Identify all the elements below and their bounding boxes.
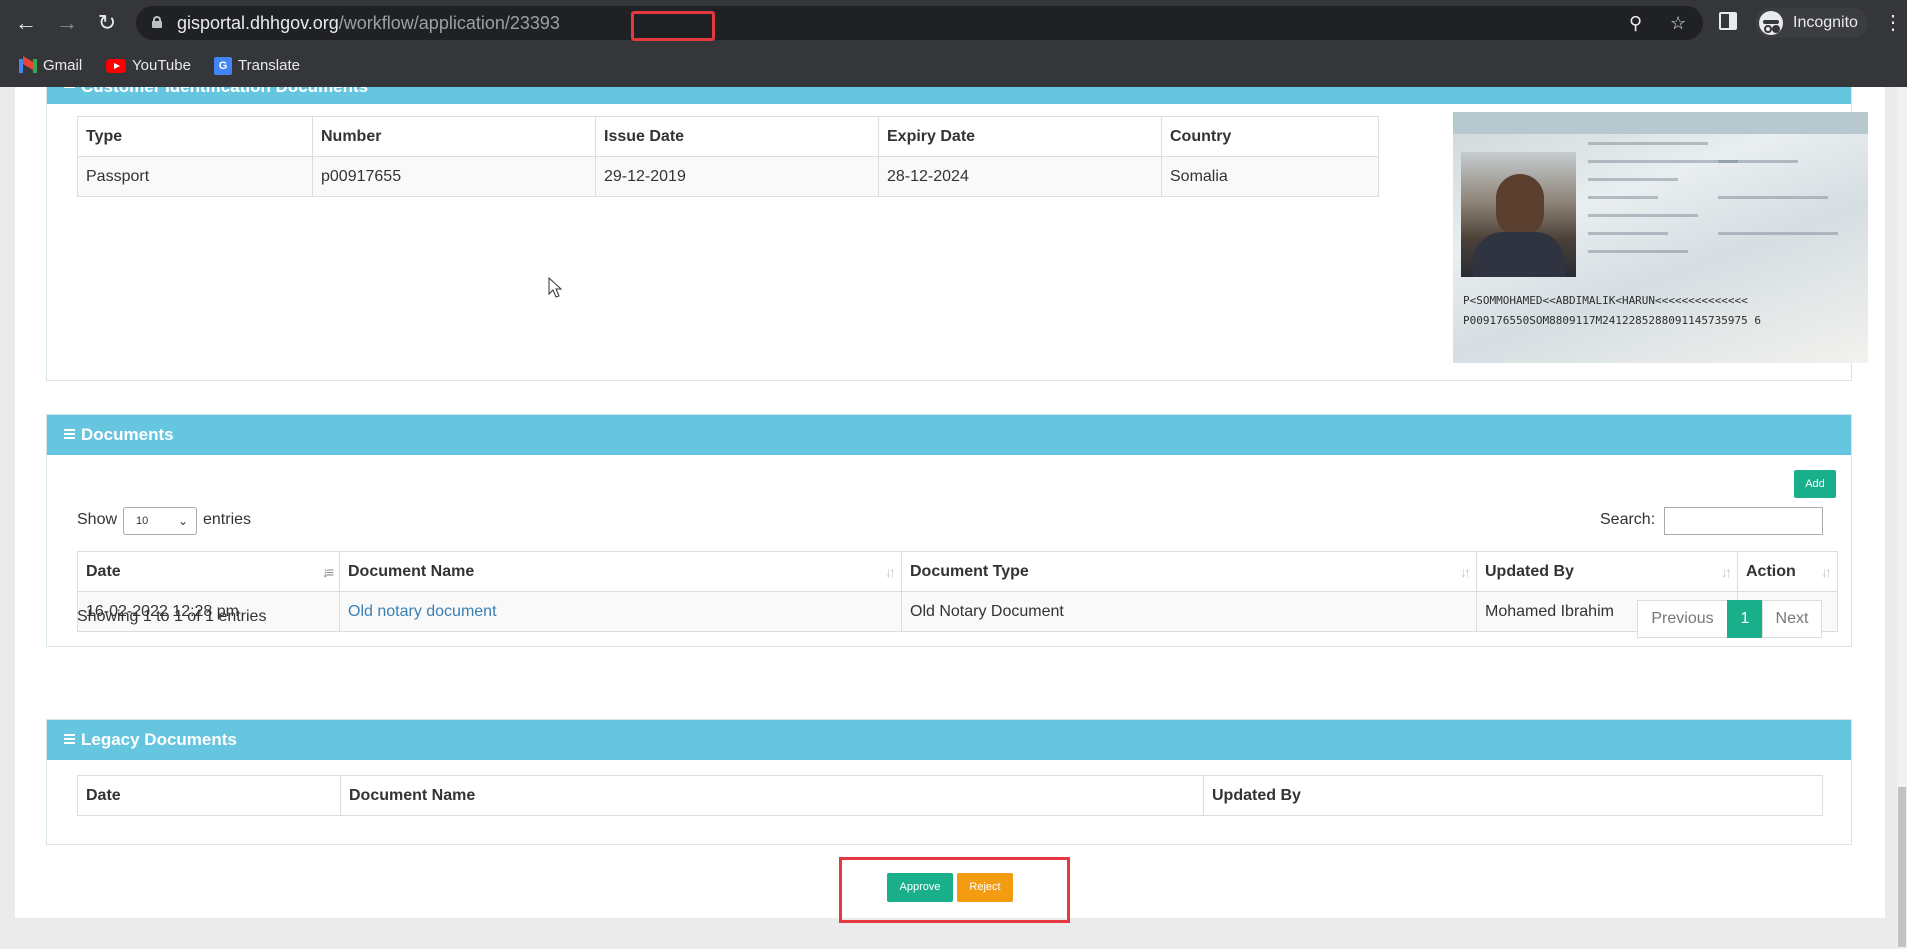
back-arrow-icon[interactable]: ← xyxy=(13,10,39,36)
forward-arrow-icon[interactable]: → xyxy=(54,10,80,36)
reject-button[interactable]: Reject xyxy=(957,873,1013,902)
cell-country: Somalia xyxy=(1161,156,1379,197)
column-header-action[interactable]: Action ↓↑ xyxy=(1737,551,1838,592)
column-header-document-type[interactable]: Document Type ↓↑ xyxy=(901,551,1477,592)
customer-identification-header: Customer Identification Documents xyxy=(47,87,1851,104)
bookmarks-bar: Gmail YouTube G Translate xyxy=(0,46,1907,87)
cell-type: Passport xyxy=(77,156,313,197)
incognito-label: Incognito xyxy=(1793,14,1858,31)
column-header-document-name[interactable]: Document Name ↓↑ xyxy=(339,551,902,592)
table-row: Passport p00917655 29-12-2019 28-12-2024… xyxy=(77,156,1379,197)
table-info: Showing 1 to 1 of 1 entries xyxy=(77,608,267,625)
url-path: /workflow/application/23393 xyxy=(338,13,560,33)
kebab-menu-icon[interactable]: ⋮ xyxy=(1883,10,1903,36)
pagination-page-1[interactable]: 1 xyxy=(1727,600,1763,638)
table-header-row: Date ↓≡ Document Name ↓↑ Document Type ↓↑ U… xyxy=(77,551,1838,592)
table-row: 16-02-2022 12:28 pm Old notary document … xyxy=(77,591,1838,632)
passport-image[interactable]: P<SOMMOHAMED<<ABDIMALIK<HARUN<<<<<<<<<<<… xyxy=(1453,112,1868,363)
cell-expiry-date: 28-12-2024 xyxy=(878,156,1162,197)
legacy-documents-table: Date Document Name Updated By xyxy=(77,775,1823,816)
add-document-button[interactable]: Add xyxy=(1794,470,1836,498)
search-input[interactable] xyxy=(1664,507,1823,535)
reload-icon[interactable]: ↻ xyxy=(94,10,120,36)
cell-issue-date: 29-12-2019 xyxy=(595,156,879,197)
page-size-value: 10 xyxy=(136,515,149,527)
table-header-row: Type Number Issue Date Expiry Date Count… xyxy=(77,116,1379,157)
column-header: Updated By xyxy=(1203,775,1823,816)
browser-toolbar: ← → ↻ gisportal.dhhgov.org/workflow/appl… xyxy=(0,0,1907,46)
documents-table: Date ↓≡ Document Name ↓↑ Document Type ↓↑ U… xyxy=(77,551,1838,632)
list-icon xyxy=(64,429,75,439)
search-label: Search: xyxy=(1600,511,1656,528)
mouse-cursor-icon xyxy=(548,276,563,298)
sort-icon: ↓↑ xyxy=(1721,564,1732,580)
sort-icon: ↓↑ xyxy=(885,564,896,580)
column-header: Date xyxy=(77,775,341,816)
column-header: Country xyxy=(1161,116,1379,157)
cell-document-name: Old notary document xyxy=(339,591,902,632)
action-buttons-highlight-box xyxy=(839,857,1070,923)
page-content: Customer Identification Documents Type N… xyxy=(0,87,1907,949)
gmail-icon xyxy=(19,56,37,74)
url-domain: gisportal.dhhgov.org xyxy=(177,13,339,33)
pagination-previous[interactable]: Previous xyxy=(1637,600,1728,638)
chevron-down-icon: ⌄ xyxy=(177,514,188,528)
cell-number: p00917655 xyxy=(312,156,596,197)
bookmark-translate-label: Translate xyxy=(238,57,300,74)
column-header: Number xyxy=(312,116,596,157)
list-icon xyxy=(64,734,75,744)
youtube-icon xyxy=(106,59,126,74)
legacy-documents-panel: Legacy Documents Date Document Name Upda… xyxy=(46,719,1852,845)
side-panel-icon[interactable] xyxy=(1719,12,1737,30)
document-link[interactable]: Old notary document xyxy=(348,603,497,620)
browser-chrome: ← → ↻ gisportal.dhhgov.org/workflow/appl… xyxy=(0,0,1907,87)
column-header: Document Name xyxy=(340,775,1204,816)
panel-title: Legacy Documents xyxy=(81,730,237,749)
panel-title: Documents xyxy=(81,425,174,444)
legacy-documents-header: Legacy Documents xyxy=(47,720,1851,760)
cell-document-type: Old Notary Document xyxy=(901,591,1477,632)
column-header: Issue Date xyxy=(595,116,879,157)
sort-desc-icon: ↓≡ xyxy=(321,564,334,580)
passport-photo xyxy=(1461,152,1576,277)
list-icon xyxy=(64,87,75,88)
customer-identification-panel: Customer Identification Documents Type N… xyxy=(46,87,1868,381)
page-scrollbar[interactable] xyxy=(1897,87,1907,949)
show-label: Show xyxy=(77,511,118,528)
customer-docs-table: Type Number Issue Date Expiry Date Count… xyxy=(77,116,1379,197)
bookmark-youtube[interactable]: YouTube xyxy=(106,54,191,78)
column-header-date[interactable]: Date ↓≡ xyxy=(77,551,340,592)
incognito-profile-button[interactable]: Incognito xyxy=(1755,8,1868,38)
sort-icon: ↓↑ xyxy=(1821,564,1832,580)
translate-icon: G xyxy=(214,57,232,76)
column-header: Expiry Date xyxy=(878,116,1162,157)
sort-icon: ↓↑ xyxy=(1460,564,1471,580)
approve-button[interactable]: Approve xyxy=(887,873,953,902)
panel-title: Customer Identification Documents xyxy=(81,87,368,97)
url-id-highlight-box xyxy=(631,11,715,41)
passport-mrz-line-2: P009176550SOM8809117M2412285288091145735… xyxy=(1463,314,1762,327)
address-bar[interactable]: gisportal.dhhgov.org/workflow/applicatio… xyxy=(136,6,1703,41)
zoom-magnifier-icon[interactable]: ⚲ xyxy=(1629,13,1642,34)
entries-label: entries xyxy=(203,511,252,528)
table-header-row: Date Document Name Updated By xyxy=(77,775,1823,816)
incognito-icon xyxy=(1759,11,1783,35)
page-size-select[interactable]: 10 ⌄ xyxy=(123,507,197,535)
bookmark-translate[interactable]: G Translate xyxy=(214,54,300,78)
documents-header: Documents xyxy=(47,415,1851,455)
bookmark-star-icon[interactable]: ☆ xyxy=(1670,13,1686,34)
column-header: Type xyxy=(77,116,313,157)
documents-panel: Documents Add Show 10 ⌄ entries Search: D… xyxy=(46,414,1852,647)
pagination-next[interactable]: Next xyxy=(1762,600,1822,638)
passport-mrz-line-1: P<SOMMOHAMED<<ABDIMALIK<HARUN<<<<<<<<<<<… xyxy=(1463,294,1748,307)
url-text[interactable]: gisportal.dhhgov.org/workflow/applicatio… xyxy=(177,13,560,34)
column-header-updated-by[interactable]: Updated By ↓↑ xyxy=(1476,551,1738,592)
scrollbar-thumb[interactable] xyxy=(1898,787,1906,947)
bookmark-gmail-label: Gmail xyxy=(43,57,83,74)
lock-icon xyxy=(152,16,162,28)
bookmark-youtube-label: YouTube xyxy=(132,57,191,74)
bookmark-gmail[interactable]: Gmail xyxy=(19,54,82,78)
